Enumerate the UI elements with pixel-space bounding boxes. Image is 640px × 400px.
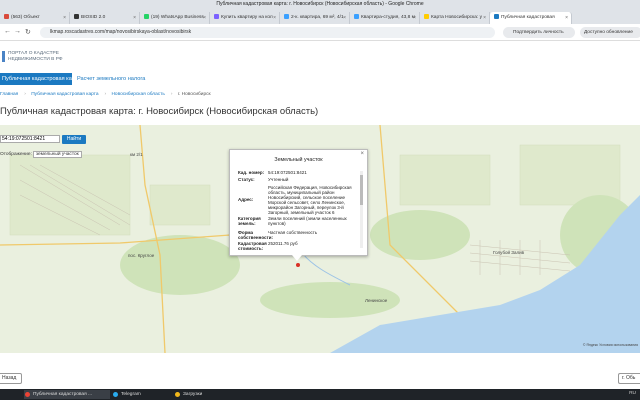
url-field[interactable]: lkmap.roscadastres.com/map/novosibirskay… <box>40 27 495 38</box>
update-available-button[interactable]: Доступно обновление <box>580 27 640 38</box>
tab-label: BIOSID 2.0 <box>81 15 106 20</box>
window-title: Публичная кадастровая карта: г. Новосиби… <box>216 1 424 7</box>
tab-close-icon[interactable]: × <box>273 12 276 24</box>
breadcrumb-city: г. Новосибирск <box>177 92 211 97</box>
tab-label: (563) Объект <box>11 15 40 20</box>
cadastral-search-input[interactable]: 54:19:072501:8421 <box>0 135 60 143</box>
tab-close-icon[interactable]: × <box>343 12 346 24</box>
tray-lang[interactable]: RU <box>629 391 636 396</box>
window-titlebar: Публичная кадастровая карта: г. Новосиби… <box>0 0 640 10</box>
tab-close-icon[interactable]: × <box>63 12 66 24</box>
tab-label: Квартира-студия, 43,8 м <box>361 15 415 20</box>
taskbar-item-downloads[interactable]: Загрузки <box>174 390 234 399</box>
popup-scrollbar[interactable] <box>360 171 363 248</box>
telegram-icon <box>113 392 118 397</box>
verify-identity-button[interactable]: Подтвердить личность <box>503 27 575 38</box>
breadcrumb-home[interactable]: Главная <box>0 92 18 97</box>
taskbar-item-telegram[interactable]: Telegram <box>112 390 172 399</box>
taskbar-item-chrome[interactable]: Публичная кадастровая ... <box>24 390 110 399</box>
tab-4[interactable]: 2-к. квартира, 69 м², 4/1 × <box>280 12 350 24</box>
tab-1[interactable]: BIOSID 2.0 × <box>70 12 140 24</box>
map-label-golub: Голубой Залив <box>493 250 525 255</box>
logo-mark-icon <box>2 51 5 62</box>
back-link[interactable]: Назад <box>0 373 22 384</box>
popup-title: Земельный участок <box>274 157 323 163</box>
tab-7[interactable]: Публичная кадастровая × <box>490 12 572 24</box>
tab-close-icon[interactable]: × <box>203 12 206 24</box>
tab-0[interactable]: (563) Объект × <box>0 12 70 24</box>
menu-item-land-tax[interactable]: Расчет земельного налога <box>77 73 145 85</box>
breadcrumb: Главная › Публичная кадастровая карта › Но… <box>0 92 211 97</box>
main-menu: Публичная кадастровая карта Расчет земел… <box>0 73 640 85</box>
tab-favicon-icon <box>4 14 9 20</box>
map-label-leninskoe: Ленинское <box>365 298 388 303</box>
tab-favicon-icon <box>354 14 359 20</box>
tab-6[interactable]: Карта Новосибирска: у × <box>420 12 490 24</box>
tab-close-icon[interactable]: × <box>413 12 416 24</box>
tab-close-icon[interactable]: × <box>133 12 136 24</box>
breadcrumb-map[interactable]: Публичная кадастровая карта <box>31 92 98 97</box>
tab-close-icon[interactable]: × <box>483 12 486 24</box>
tab-5[interactable]: Квартира-студия, 43,8 м × <box>350 12 420 24</box>
map-label-km: км 2/1 <box>130 152 143 157</box>
tab-label: Карта Новосибирска: у <box>431 15 482 20</box>
logo-line2: НЕДВИЖИМОСТИ В РФ <box>8 56 63 62</box>
address-bar: ← → ↻ lkmap.roscadastres.com/map/novosib… <box>0 24 640 41</box>
menu-item-cadastral-map[interactable]: Публичная кадастровая карта <box>0 73 72 85</box>
tab-label: (19) WhatsApp Business <box>151 15 204 20</box>
tab-label: Публичная кадастровая <box>501 15 555 20</box>
find-button[interactable]: Найти <box>62 135 86 144</box>
tab-favicon-icon <box>424 14 429 20</box>
tab-label: 2-к. квартира, 69 м², 4/1 <box>291 15 344 20</box>
layer-select[interactable]: земельный участок <box>32 151 82 158</box>
layer-selector: Отображение: земельный участок <box>0 151 82 158</box>
tab-favicon-icon <box>144 14 149 20</box>
tab-label: Купить квартиру на кол <box>221 15 273 20</box>
folder-icon <box>175 392 180 397</box>
parcel-popup: × Земельный участок Кад. номер: 54:19:072… <box>229 149 368 261</box>
reload-icon[interactable]: ↻ <box>25 28 31 36</box>
map-credit[interactable]: © Яндекс Условия использования <box>583 343 638 347</box>
tab-favicon-icon <box>214 14 219 20</box>
tab-close-icon[interactable]: × <box>565 12 568 24</box>
page-title: Публичная кадастровая карта: г. Новосиби… <box>0 106 319 117</box>
taskbar: Публичная кадастровая ... Telegram Загру… <box>0 389 640 400</box>
breadcrumb-region[interactable]: Новосибирская область <box>111 92 164 97</box>
tab-favicon-icon <box>494 14 499 20</box>
back-icon[interactable]: ← <box>4 28 11 35</box>
next-link[interactable]: г. Обь <box>618 373 640 384</box>
logo-line1: ПОРТАЛ О КАДАСТРЕ <box>8 51 59 56</box>
tab-strip: (563) Объект × BIOSID 2.0 × (19) WhatsApp Bu… <box>0 10 640 24</box>
chrome-icon <box>25 392 30 397</box>
tab-favicon-icon <box>284 14 289 20</box>
tab-2[interactable]: (19) WhatsApp Business × <box>140 12 210 24</box>
layer-label: Отображение: <box>0 152 32 157</box>
tab-3[interactable]: Купить квартиру на кол × <box>210 12 280 24</box>
forward-icon[interactable]: → <box>14 28 21 35</box>
map-label-krugloe: пос. Круглое <box>128 253 155 258</box>
tab-favicon-icon <box>74 14 79 20</box>
